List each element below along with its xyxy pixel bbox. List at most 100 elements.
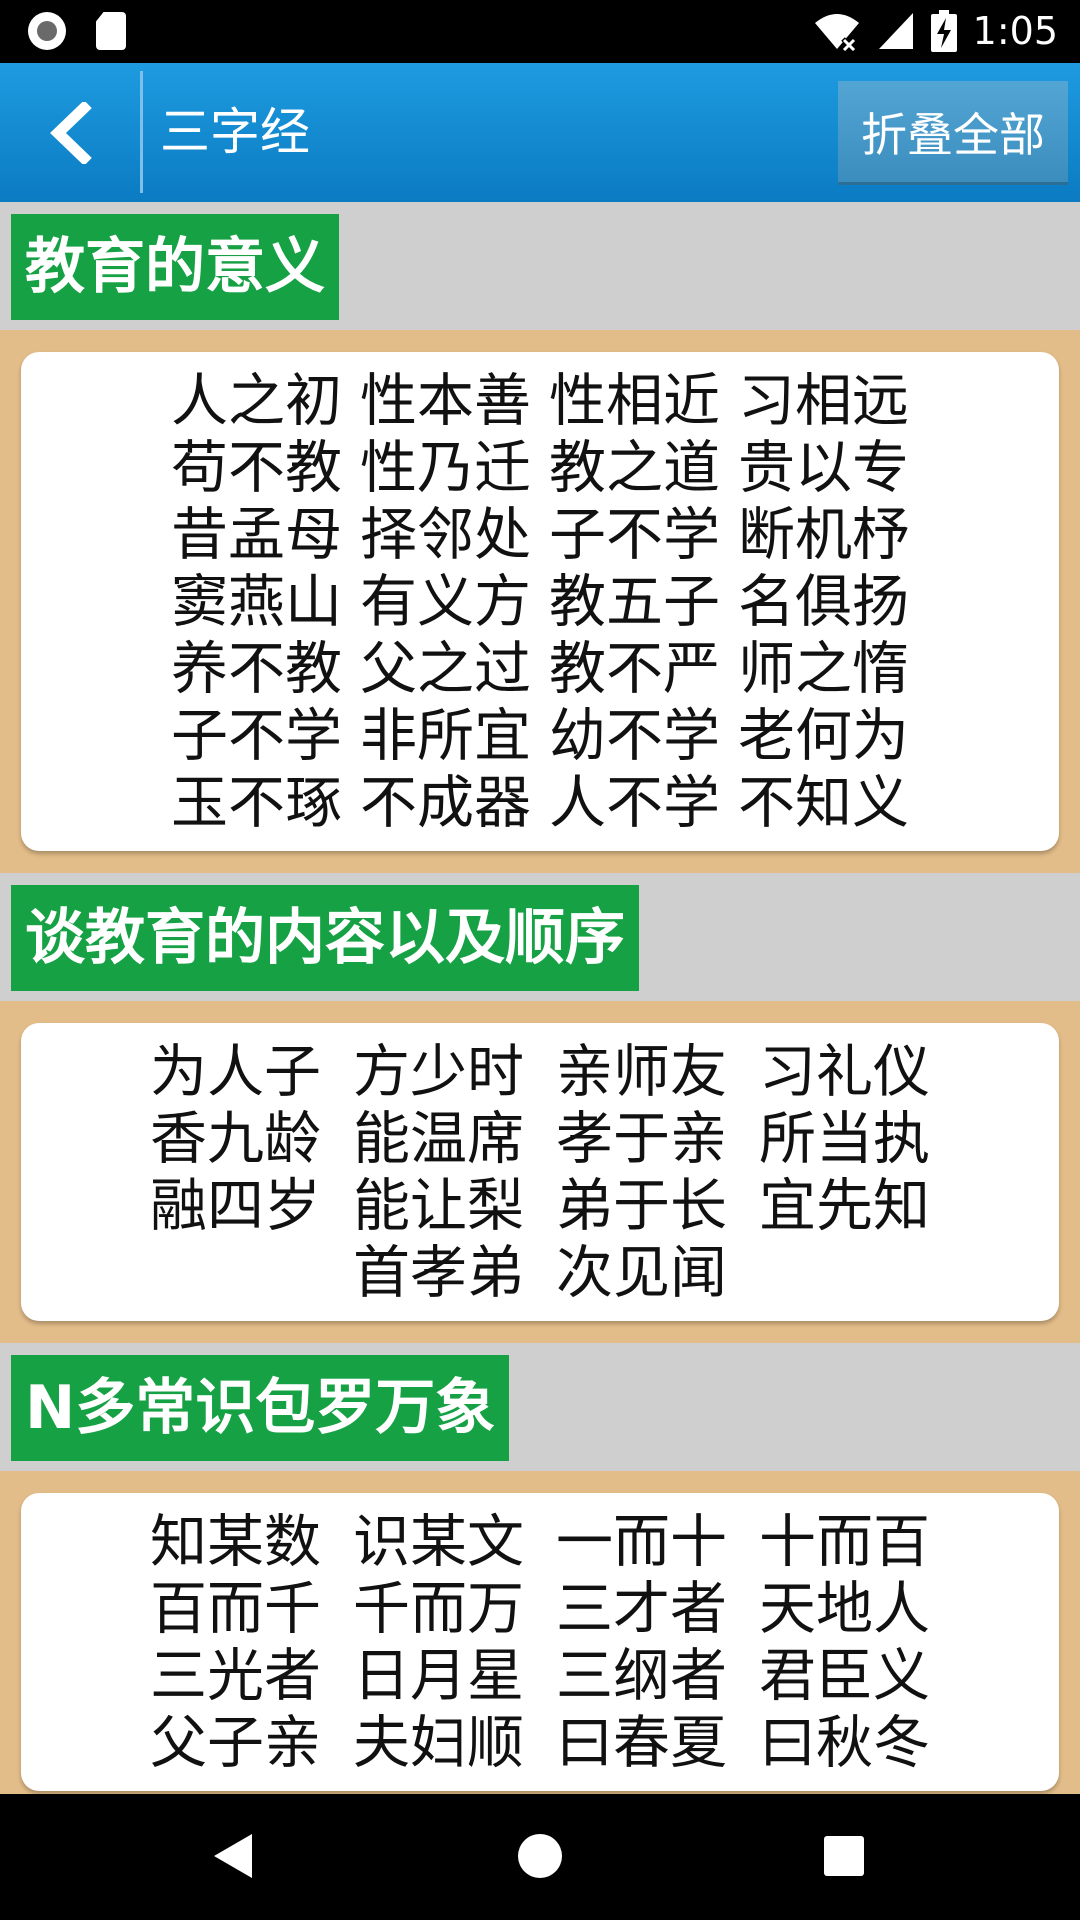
verse-line: 昔孟母 择邻处 子不学 断机杼 — [21, 502, 1059, 569]
verse-phrase: 人之初 — [171, 368, 342, 434]
verse-phrase: 非所宜 — [360, 703, 531, 769]
verse-line: 首孝弟 次见闻 — [21, 1240, 1059, 1307]
cell-signal-icon — [878, 13, 913, 49]
verse-phrase: 苟不教 — [171, 435, 342, 501]
verse-phrase: 孝于亲 — [556, 1106, 727, 1172]
verse-phrase: 不成器 — [360, 770, 531, 836]
status-time: 1:05 — [972, 9, 1058, 53]
nav-back-icon[interactable] — [214, 1834, 252, 1878]
verse-phrase — [757, 1240, 932, 1307]
verse-phrase: 方少时 — [353, 1039, 524, 1105]
verse-phrase: 窦燕山 — [171, 569, 342, 635]
verse-phrase: 玉不琢 — [171, 770, 342, 836]
verse-line: 人之初 性本善 性相近 习相远 — [21, 368, 1059, 435]
verse-phrase: 教之道 — [549, 435, 720, 501]
verse-line: 香九龄 能温席 孝于亲 所当执 — [21, 1106, 1059, 1173]
verse-phrase: 能让梨 — [353, 1173, 524, 1239]
verse-phrase: 性本善 — [360, 368, 531, 434]
verse-phrase: 香九龄 — [150, 1106, 321, 1172]
verse-phrase: 名俱扬 — [738, 569, 909, 635]
sd-card-icon — [96, 12, 126, 50]
verse-card: 为人子 方少时 亲师友 习礼仪 香九龄 能温席 孝于亲 所当执 融四岁 能让梨 … — [21, 1023, 1059, 1321]
section-common-knowledge: N多常识包罗万象 知某数 识某文 一而十 十而百 百而千 千而万 三才者 天地人… — [0, 1343, 1080, 1794]
verse-line: 三光者 日月星 三纲者 君臣义 — [21, 1643, 1059, 1710]
verse-phrase: 亲师友 — [556, 1039, 727, 1105]
status-bar: 1:05 — [0, 0, 1080, 63]
verse-phrase: 三才者 — [556, 1576, 727, 1642]
section-education-content: 谈教育的内容以及顺序 为人子 方少时 亲师友 习礼仪 香九龄 能温席 孝于亲 所… — [0, 873, 1080, 1343]
verse-phrase: 父子亲 — [150, 1710, 321, 1776]
section-title: 教育的意义 — [11, 214, 339, 320]
verse-phrase: 断机杼 — [738, 502, 909, 568]
nav-home-icon[interactable] — [518, 1834, 562, 1878]
verse-card: 知某数 识某文 一而十 十而百 百而千 千而万 三才者 天地人 三光者 日月星 … — [21, 1493, 1059, 1791]
verse-line: 融四岁 能让梨 弟于长 宜先知 — [21, 1173, 1059, 1240]
verse-phrase: 习礼仪 — [759, 1039, 930, 1105]
verse-phrase: 所当执 — [759, 1106, 930, 1172]
verse-phrase: 人不学 — [549, 770, 720, 836]
verse-phrase: 习相远 — [738, 368, 909, 434]
verse-phrase: 教不严 — [549, 636, 720, 702]
verse-phrase: 识某文 — [353, 1509, 524, 1575]
section-header[interactable]: N多常识包罗万象 — [0, 1343, 1080, 1471]
wifi-off-icon — [814, 14, 859, 51]
verse-line: 子不学 非所宜 幼不学 老何为 — [21, 703, 1059, 770]
verse-phrase: 夫妇顺 — [353, 1710, 524, 1776]
verse-phrase: 幼不学 — [549, 703, 720, 769]
verse-phrase: 融四岁 — [150, 1173, 321, 1239]
verse-phrase: 能温席 — [353, 1106, 524, 1172]
verse-phrase: 曰秋冬 — [759, 1710, 930, 1776]
page-title: 三字经 — [160, 103, 310, 161]
verse-line: 百而千 千而万 三才者 天地人 — [21, 1576, 1059, 1643]
verse-phrase: 宜先知 — [759, 1173, 930, 1239]
navigation-bar — [0, 1794, 1080, 1920]
battery-charging-icon — [930, 10, 957, 52]
verse-line: 养不教 父之过 教不严 师之惰 — [21, 636, 1059, 703]
verse-line: 为人子 方少时 亲师友 习礼仪 — [21, 1039, 1059, 1106]
back-button[interactable] — [0, 63, 140, 202]
app-bar: 三字经 折叠全部 — [0, 63, 1080, 202]
verse-phrase: 老何为 — [738, 703, 909, 769]
verse-phrase: 为人子 — [150, 1039, 321, 1105]
verse-phrase: 性相近 — [549, 368, 720, 434]
verse-line: 父子亲 夫妇顺 曰春夏 曰秋冬 — [21, 1710, 1059, 1777]
verse-phrase: 曰春夏 — [556, 1710, 727, 1776]
section-title: 谈教育的内容以及顺序 — [11, 885, 639, 991]
verse-phrase: 天地人 — [759, 1576, 930, 1642]
app-bar-divider — [140, 71, 143, 193]
verse-phrase: 君臣义 — [759, 1643, 930, 1709]
nav-recent-icon[interactable] — [824, 1836, 864, 1876]
verse-phrase: 贵以专 — [738, 435, 909, 501]
chevron-left-icon — [50, 101, 92, 164]
collapse-all-button[interactable]: 折叠全部 — [838, 81, 1068, 185]
verse-phrase: 养不教 — [171, 636, 342, 702]
verse-phrase: 一而十 — [556, 1509, 727, 1575]
verse-phrase: 百而千 — [150, 1576, 321, 1642]
verse-phrase: 父之过 — [360, 636, 531, 702]
verse-phrase: 次见闻 — [556, 1240, 727, 1306]
verse-phrase: 三光者 — [150, 1643, 321, 1709]
verse-phrase: 三纲者 — [556, 1643, 727, 1709]
section-header[interactable]: 谈教育的内容以及顺序 — [0, 873, 1080, 1001]
verse-line: 苟不教 性乃迁 教之道 贵以专 — [21, 435, 1059, 502]
content-scroll[interactable]: 教育的意义 人之初 性本善 性相近 习相远 苟不教 性乃迁 教之道 贵以专 昔孟… — [0, 202, 1080, 1794]
verse-phrase: 有义方 — [360, 569, 531, 635]
notification-circle-icon — [28, 12, 66, 50]
verse-line: 玉不琢 不成器 人不学 不知义 — [21, 770, 1059, 837]
verse-phrase: 教五子 — [549, 569, 720, 635]
verse-phrase: 不知义 — [738, 770, 909, 836]
verse-phrase: 性乃迁 — [360, 435, 531, 501]
verse-phrase — [148, 1240, 323, 1307]
verse-phrase: 十而百 — [759, 1509, 930, 1575]
verse-line: 窦燕山 有义方 教五子 名俱扬 — [21, 569, 1059, 636]
section-header[interactable]: 教育的意义 — [0, 202, 1080, 330]
section-title: N多常识包罗万象 — [11, 1355, 510, 1461]
verse-line: 知某数 识某文 一而十 十而百 — [21, 1509, 1059, 1576]
section-education-meaning: 教育的意义 人之初 性本善 性相近 习相远 苟不教 性乃迁 教之道 贵以专 昔孟… — [0, 202, 1080, 873]
verse-phrase: 千而万 — [353, 1576, 524, 1642]
verse-phrase: 日月星 — [353, 1643, 524, 1709]
verse-phrase: 师之惰 — [738, 636, 909, 702]
verse-phrase: 择邻处 — [360, 502, 531, 568]
verse-phrase: 子不学 — [549, 502, 720, 568]
verse-phrase: 知某数 — [150, 1509, 321, 1575]
